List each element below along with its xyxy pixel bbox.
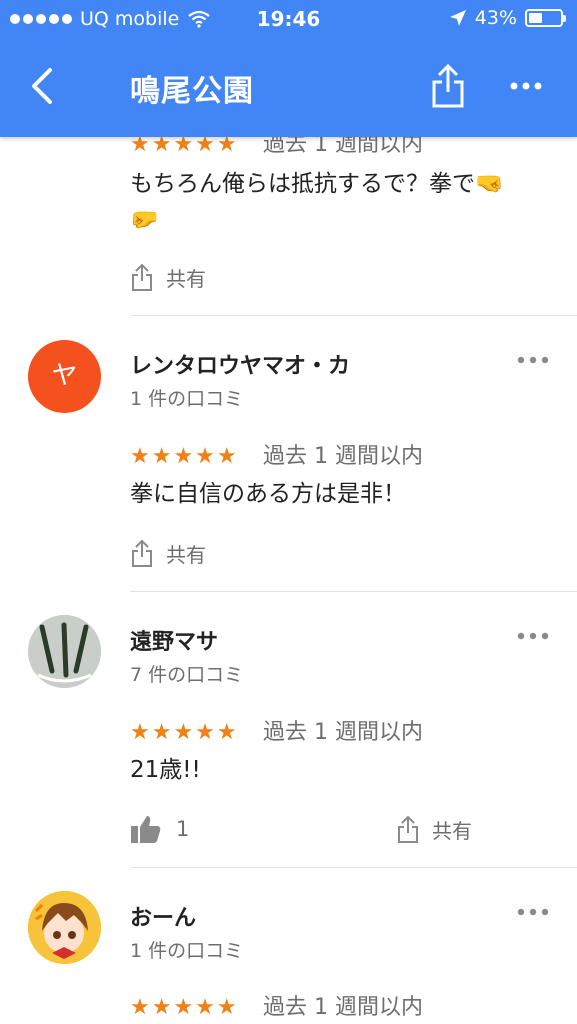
star-rating: ★★★★★ — [130, 995, 239, 1020]
share-icon — [132, 263, 152, 291]
battery-percent: 43% — [474, 7, 517, 29]
review-time: 過去 1 週間以内 — [263, 444, 423, 469]
more-options-icon[interactable] — [516, 902, 550, 922]
share-icon — [398, 815, 418, 843]
divider — [130, 591, 577, 592]
like-button[interactable]: 1 — [130, 814, 189, 844]
divider — [130, 867, 577, 868]
reviewer-review-count: 1 件の口コミ — [130, 388, 244, 410]
reviewer-review-count: 1 件の口コミ — [130, 940, 244, 962]
share-label: 共有 — [432, 818, 472, 843]
page-title: 鳴尾公園 — [130, 74, 254, 109]
avatar-image — [28, 615, 101, 688]
avatar-letter: ヤ — [51, 361, 78, 391]
share-label: 共有 — [166, 542, 206, 567]
share-label: 共有 — [166, 266, 206, 291]
reviewer-name[interactable]: レンタロウヤマオ・カ — [130, 348, 350, 380]
back-chevron-icon[interactable] — [24, 64, 64, 108]
review-text-line: もちろん俺らは抵抗するで？拳で🤜 — [130, 171, 504, 197]
star-rating: ★★★★★ — [130, 444, 239, 469]
reviewer-name[interactable]: 遠野マサ — [130, 624, 218, 656]
review-time: 過去 1 週間以内 — [263, 995, 423, 1020]
share-icon[interactable] — [428, 62, 468, 110]
share-icon — [132, 539, 152, 567]
review-text: 拳に自信のある方は是非！ — [130, 481, 406, 507]
more-options-icon[interactable] — [516, 626, 550, 646]
review-text: 21歳!! — [130, 757, 201, 783]
share-review-button[interactable]: 共有 — [396, 814, 472, 844]
avatar[interactable] — [28, 891, 101, 964]
thumbs-up-icon — [131, 816, 161, 843]
status-bar: UQ mobile 19:46 43% — [0, 0, 577, 38]
battery-icon — [525, 9, 566, 27]
more-options-icon[interactable] — [516, 350, 550, 370]
status-right: 43% — [449, 7, 566, 29]
star-rating: ★★★★★ — [130, 720, 239, 745]
more-options-icon[interactable] — [508, 72, 544, 100]
location-arrow-icon — [449, 10, 466, 26]
share-review-button[interactable]: 共有 — [130, 538, 206, 568]
share-review-button[interactable]: 共有 — [130, 262, 206, 292]
navigation-bar: 鳴尾公園 — [0, 50, 577, 128]
divider — [130, 315, 577, 316]
reviews-feed: ★★★★★ 過去 1 週間以内 もちろん俺らは抵抗するで？拳で🤜 🤛 共有 ヤ … — [0, 0, 577, 1024]
reviewer-review-count: 7 件の口コミ — [130, 664, 244, 686]
avatar[interactable] — [28, 615, 101, 688]
reviewer-name[interactable]: おーん — [130, 900, 196, 932]
like-count: 1 — [176, 817, 190, 841]
avatar[interactable]: ヤ — [28, 340, 101, 413]
review-text: もちろん俺らは抵抗するで？拳で🤜 🤛 — [130, 166, 550, 238]
review-text-line: 🤛 — [130, 207, 159, 233]
avatar-image — [28, 891, 101, 964]
review-time: 過去 1 週間以内 — [263, 720, 423, 745]
app-header: UQ mobile 19:46 43% 鳴尾公園 — [0, 0, 577, 137]
